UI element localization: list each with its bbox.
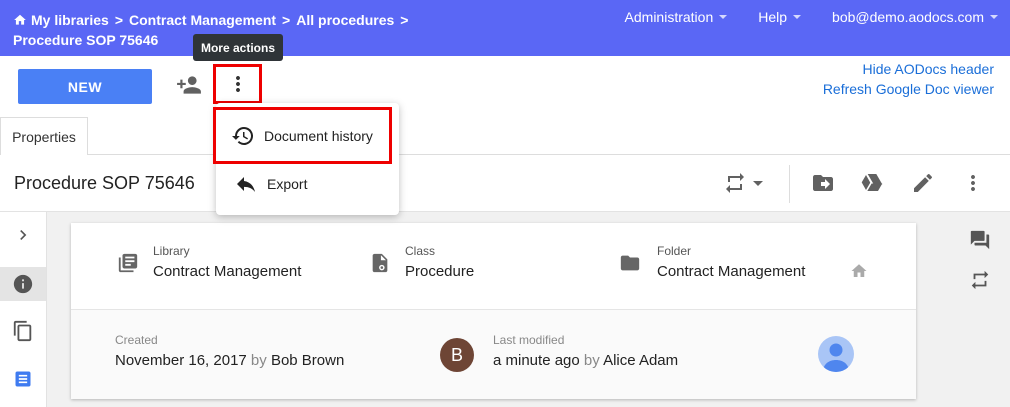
properties-card: Library Contract Management Class Proced… (71, 223, 916, 399)
folder-icon (619, 252, 641, 274)
copy-icon (13, 320, 32, 342)
info-panel-button[interactable] (0, 267, 46, 301)
avatar-bob-brown: B (440, 338, 474, 372)
class-icon (369, 252, 391, 274)
header-links: Hide AODocs header Refresh Google Doc vi… (823, 59, 994, 99)
tab-strip: Properties (0, 116, 1010, 155)
more-vertical-icon (971, 175, 975, 191)
created-field: Created November 16, 2017 by Bob Brown (115, 332, 344, 372)
folder-label: Folder (657, 244, 692, 258)
refresh-google-doc-viewer-link[interactable]: Refresh Google Doc viewer (823, 79, 994, 99)
folder-home-button[interactable] (850, 262, 868, 280)
chevron-right-icon (20, 230, 27, 240)
menu-item-document-history[interactable]: Document history (213, 107, 392, 164)
breadcrumb-separator: > (114, 12, 124, 28)
library-field: Library Contract Management (153, 243, 301, 283)
menu-item-export[interactable]: Export (216, 164, 399, 204)
toolbar-divider (789, 165, 790, 203)
copies-panel-button[interactable] (0, 314, 46, 348)
created-by-word: by (250, 352, 267, 369)
caret-down-icon (990, 15, 998, 19)
menu-item-export-label: Export (267, 176, 308, 192)
more-actions-button[interactable] (213, 64, 262, 104)
home-icon (851, 264, 867, 277)
properties-top-section: Library Contract Management Class Proced… (71, 223, 916, 310)
breadcrumb-separator: > (282, 12, 291, 28)
help-menu[interactable]: Help (758, 9, 802, 25)
breadcrumb-separator: > (400, 12, 409, 28)
aodocs-header: My libraries > Contract Management > All… (0, 0, 1010, 56)
google-doc-icon (15, 371, 31, 387)
edit-pencil-icon (914, 174, 932, 192)
avatar-alice-adam (818, 336, 854, 372)
google-doc-panel-button[interactable] (0, 362, 46, 396)
comments-button[interactable] (968, 228, 992, 252)
info-icon (13, 274, 33, 294)
modified-field: Last modified a minute ago by Alice Adam (493, 332, 678, 372)
administration-menu[interactable]: Administration (625, 9, 728, 25)
sync-icon (726, 173, 744, 193)
breadcrumb-all-procedures[interactable]: All procedures (296, 10, 394, 30)
caret-down-icon (719, 15, 728, 19)
properties-bottom-section: Created November 16, 2017 by Bob Brown L… (71, 310, 916, 399)
reply-icon (234, 172, 258, 196)
caret-down-icon (753, 180, 763, 186)
hide-aodocs-header-link[interactable]: Hide AODocs header (823, 59, 994, 79)
sync-dropdown-button[interactable] (722, 171, 764, 195)
modified-user: Alice Adam (603, 352, 679, 369)
menu-item-document-history-label: Document history (264, 127, 373, 144)
header-menus: Administration Help bob@demo.aodocs.com (594, 9, 998, 25)
document-title: Procedure SOP 75646 (14, 173, 195, 193)
created-value: November 16, 2017 by Bob Brown (115, 350, 344, 372)
left-rail (0, 212, 47, 407)
breadcrumb-current: Procedure SOP 75646 (13, 32, 159, 48)
class-field: Class Procedure (405, 243, 474, 283)
more-actions-tooltip: More actions (193, 34, 283, 61)
modified-label: Last modified (493, 333, 565, 347)
move-to-folder-button[interactable] (811, 171, 835, 195)
new-button[interactable]: NEW (18, 69, 152, 104)
library-label: Library (153, 244, 190, 258)
home-icon[interactable] (13, 13, 27, 27)
library-value[interactable]: Contract Management (153, 261, 301, 283)
share-button[interactable] (176, 72, 202, 98)
history-icon (231, 124, 255, 148)
user-email: bob@demo.aodocs.com (832, 9, 984, 25)
google-drive-icon (861, 174, 883, 191)
more-vertical-icon (235, 76, 240, 92)
breadcrumb-contract-management[interactable]: Contract Management (129, 10, 276, 30)
caret-down-icon (793, 15, 802, 19)
edit-button[interactable] (911, 171, 935, 195)
created-date: November 16, 2017 (115, 352, 247, 369)
administration-menu-label: Administration (624, 9, 714, 25)
created-user: Bob Brown (270, 352, 345, 369)
modified-value: a minute ago by Alice Adam (493, 350, 678, 372)
folder-field: Folder Contract Management (657, 243, 805, 283)
open-in-drive-button[interactable] (860, 171, 884, 195)
main-toolbar: NEW Hide AODocs header Refresh Google Do… (0, 56, 1010, 116)
folder-value[interactable]: Contract Management (657, 261, 805, 283)
document-title-bar: Procedure SOP 75646 (0, 155, 1010, 212)
document-more-button[interactable] (961, 171, 985, 195)
breadcrumb-my-libraries[interactable]: My libraries (31, 10, 109, 30)
expand-panel-button[interactable] (0, 218, 46, 252)
created-label: Created (115, 333, 158, 347)
modified-date: a minute ago (493, 352, 580, 369)
library-icon (117, 252, 139, 274)
workflow-sync-icon (971, 270, 989, 290)
workflow-button[interactable] (968, 268, 992, 292)
more-actions-menu: Document history Export (213, 103, 399, 215)
modified-by-word: by (583, 352, 600, 369)
help-menu-label: Help (758, 9, 788, 25)
tab-properties[interactable]: Properties (0, 117, 88, 155)
person-add-icon (177, 76, 201, 94)
person-avatar-icon (823, 343, 849, 372)
move-to-folder-icon (813, 175, 833, 191)
class-value: Procedure (405, 263, 475, 280)
comments-icon (970, 230, 990, 250)
user-account-menu[interactable]: bob@demo.aodocs.com (832, 9, 998, 25)
class-label: Class (405, 244, 436, 258)
